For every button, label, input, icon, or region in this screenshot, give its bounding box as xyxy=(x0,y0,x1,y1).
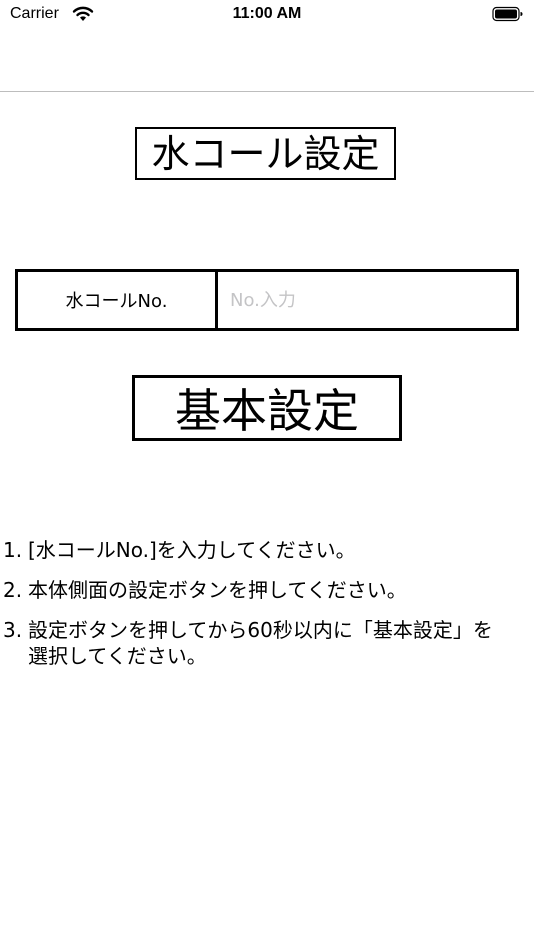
water-call-number-row: 水コールNo. xyxy=(15,269,519,331)
instruction-text: 本体側面の設定ボタンを押してください。 xyxy=(28,578,407,602)
water-call-number-input[interactable] xyxy=(218,272,516,328)
instruction-number: 2. xyxy=(3,578,23,602)
instruction-text: [水コールNo.]を入力してください。 xyxy=(28,538,356,562)
instruction-text: 設定ボタンを押してから60秒以内に「基本設定」を選択してください。 xyxy=(28,618,493,668)
water-call-number-label: 水コールNo. xyxy=(18,272,218,328)
page-title: 水コール設定 xyxy=(151,131,380,176)
battery-icon xyxy=(492,6,523,22)
instruction-number: 1. xyxy=(3,538,23,562)
nav-bar-divider xyxy=(0,91,534,92)
instruction-item: 3. 設定ボタンを押してから60秒以内に「基本設定」を選択してください。 xyxy=(0,617,534,669)
page-title-box: 水コール設定 xyxy=(135,127,396,180)
basic-settings-button[interactable]: 基本設定 xyxy=(132,375,402,441)
status-time: 11:00 AM xyxy=(232,5,302,22)
instructions-list: 1. [水コールNo.]を入力してください。 2. 本体側面の設定ボタンを押して… xyxy=(0,537,534,683)
instruction-item: 1. [水コールNo.]を入力してください。 xyxy=(0,537,534,563)
status-bar: Carrier 11:00 AM xyxy=(0,0,534,30)
instruction-number: 3. xyxy=(3,618,23,642)
instruction-item: 2. 本体側面の設定ボタンを押してください。 xyxy=(0,577,534,603)
